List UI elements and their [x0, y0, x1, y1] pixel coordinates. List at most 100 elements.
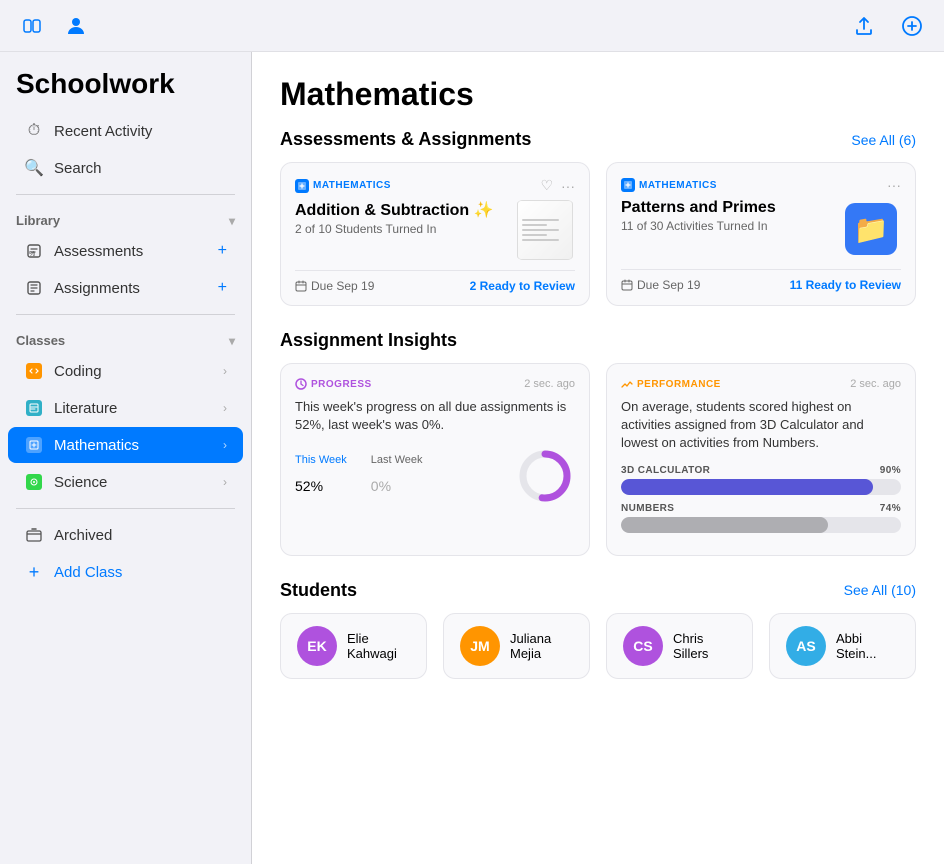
- recent-activity-icon: ⏱: [24, 121, 44, 141]
- divider-1: [16, 194, 235, 195]
- sidebar-item-science[interactable]: Science ›: [8, 464, 243, 500]
- percent-1: %: [311, 478, 323, 494]
- assignments-icon: [24, 278, 44, 298]
- literature-icon: [24, 398, 44, 418]
- card-action-2[interactable]: 11 Ready to Review: [790, 278, 901, 292]
- calendar-icon-2: [621, 279, 633, 291]
- card-tag-icon-2: [621, 178, 635, 192]
- card-info-1: Addition & Subtraction ✨ 2 of 10 Student…: [295, 200, 505, 236]
- stat-this-week-label: This Week: [295, 454, 347, 466]
- stat-this-week-value: 52%: [295, 466, 347, 498]
- sidebar-item-assessments[interactable]: % Assessments +: [8, 233, 243, 269]
- export-button[interactable]: [848, 10, 880, 42]
- percent-2: %: [379, 478, 391, 494]
- progress-time: 2 sec. ago: [524, 378, 575, 390]
- card-content-1: Addition & Subtraction ✨ 2 of 10 Student…: [295, 200, 575, 260]
- perf-bar-1-track: [621, 479, 901, 495]
- student-name-0: Elie Kahwagi: [347, 631, 410, 661]
- recent-activity-label: Recent Activity: [54, 123, 227, 140]
- assessments-section-title: Assessments & Assignments: [280, 129, 531, 150]
- student-card-2[interactable]: CS Chris Sillers: [606, 613, 753, 679]
- calendar-icon-1: [295, 280, 307, 292]
- sidebar-item-mathematics[interactable]: Mathematics ›: [8, 427, 243, 463]
- card-action-1[interactable]: 2 Ready to Review: [470, 279, 575, 293]
- card-more-icon[interactable]: ···: [561, 178, 575, 194]
- card-more-icon-2[interactable]: ···: [887, 177, 901, 193]
- assignments-add-icon[interactable]: +: [218, 279, 227, 297]
- progress-stats: This Week 52% Last Week 0%: [295, 446, 575, 506]
- sidebar-item-assignments[interactable]: Assignments +: [8, 270, 243, 306]
- library-chevron-icon: ▾: [229, 214, 235, 228]
- card-title-2: Patterns and Primes: [621, 199, 831, 217]
- sidebar-item-literature[interactable]: Literature ›: [8, 390, 243, 426]
- app-title: Schoolwork: [0, 68, 251, 112]
- classes-section-header[interactable]: Classes ▾: [0, 323, 251, 352]
- assignment-card-1[interactable]: MATHEMATICS ♡ ··· Addition & Subtraction…: [280, 162, 590, 306]
- mathematics-icon: [24, 435, 44, 455]
- card-tag-icon-1: [295, 179, 309, 193]
- student-name-1: Juliana Mejia: [510, 631, 573, 661]
- sidebar-item-archived[interactable]: Archived: [8, 517, 243, 553]
- performance-text: On average, students scored highest on a…: [621, 398, 901, 453]
- sidebar-toggle-button[interactable]: [16, 10, 48, 42]
- card-tag-text-1: MATHEMATICS: [313, 180, 391, 191]
- add-class-label: Add Class: [54, 564, 227, 581]
- mathematics-label: Mathematics: [54, 437, 213, 454]
- student-name-3: Abbi Stein...: [836, 631, 899, 661]
- students-section-title: Students: [280, 580, 357, 601]
- performance-time: 2 sec. ago: [850, 378, 901, 390]
- performance-bars: 3D CALCULATOR 90% NUMBERS 74%: [621, 465, 901, 533]
- sidebar-item-add-class[interactable]: + Add Class: [8, 554, 243, 590]
- library-section-header[interactable]: Library ▾: [0, 203, 251, 232]
- add-button[interactable]: [896, 10, 928, 42]
- paper-line-4: [522, 234, 547, 236]
- sidebar-item-search[interactable]: 🔍 Search: [8, 150, 243, 186]
- archived-icon: [24, 525, 44, 545]
- perf-bar-2-track: [621, 517, 901, 533]
- perf-bar-2: NUMBERS 74%: [621, 503, 901, 533]
- card-tag-actions-1: ♡ ···: [540, 177, 575, 194]
- stat-last-week: Last Week 0%: [371, 454, 423, 498]
- insights-section-header: Assignment Insights: [280, 330, 916, 351]
- student-avatar-1: JM: [460, 626, 500, 666]
- progress-tag-label: PROGRESS: [311, 379, 372, 390]
- performance-tag-row: PERFORMANCE 2 sec. ago: [621, 378, 901, 390]
- sidebar: Schoolwork ⏱ Recent Activity 🔍 Search Li…: [0, 52, 252, 864]
- progress-text: This week's progress on all due assignme…: [295, 398, 575, 434]
- student-card-1[interactable]: JM Juliana Mejia: [443, 613, 590, 679]
- sidebar-item-coding[interactable]: Coding ›: [8, 353, 243, 389]
- user-profile-button[interactable]: [60, 10, 92, 42]
- card-heart-icon[interactable]: ♡: [540, 177, 553, 194]
- card-thumb-2: 📁: [841, 199, 901, 259]
- insights-cards-row: PROGRESS 2 sec. ago This week's progress…: [280, 363, 916, 556]
- perf-bar-2-label: NUMBERS 74%: [621, 503, 901, 514]
- due-date-1: Due Sep 19: [311, 279, 374, 293]
- svg-text:%: %: [29, 251, 35, 258]
- search-icon: 🔍: [24, 158, 44, 178]
- assignment-card-2[interactable]: MATHEMATICS ··· Patterns and Primes 11 o…: [606, 162, 916, 306]
- assessments-add-icon[interactable]: +: [218, 242, 227, 260]
- students-see-all[interactable]: See All (10): [844, 582, 916, 598]
- add-class-icon: +: [24, 562, 44, 582]
- science-icon: [24, 472, 44, 492]
- card-thumb-1: [515, 200, 575, 260]
- student-name-2: Chris Sillers: [673, 631, 736, 661]
- student-avatar-2: CS: [623, 626, 663, 666]
- student-card-3[interactable]: AS Abbi Stein...: [769, 613, 916, 679]
- card-tag-text-2: MATHEMATICS: [639, 180, 717, 191]
- student-card-0[interactable]: EK Elie Kahwagi: [280, 613, 427, 679]
- assessments-see-all[interactable]: See All (6): [851, 132, 916, 148]
- library-label: Library: [16, 213, 60, 228]
- search-label: Search: [54, 160, 227, 177]
- sidebar-item-recent-activity[interactable]: ⏱ Recent Activity: [8, 113, 243, 149]
- card-info-2: Patterns and Primes 11 of 30 Activities …: [621, 199, 831, 233]
- coding-label: Coding: [54, 363, 213, 380]
- card-tag-actions-2: ···: [887, 177, 901, 193]
- card-subtitle-2: 11 of 30 Activities Turned In: [621, 219, 831, 233]
- page-title: Mathematics: [280, 76, 916, 113]
- students-section-header: Students See All (10): [280, 580, 916, 601]
- performance-tag-label: PERFORMANCE: [637, 379, 721, 390]
- assessments-section-header: Assessments & Assignments See All (6): [280, 129, 916, 150]
- assessments-cards-row: MATHEMATICS ♡ ··· Addition & Subtraction…: [280, 162, 916, 306]
- top-bar: [0, 0, 944, 52]
